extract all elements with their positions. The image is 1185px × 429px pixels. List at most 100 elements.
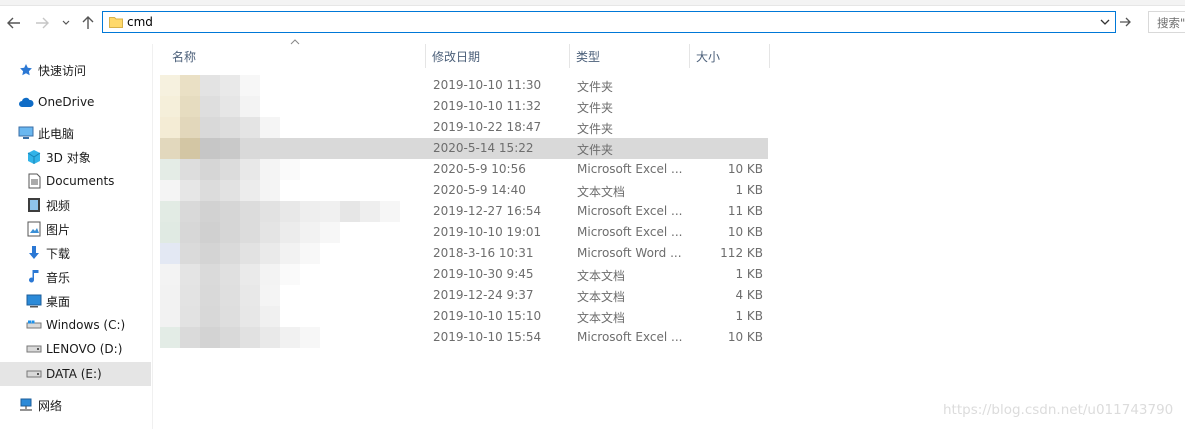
file-row-selected[interactable]: 2020-5-14 15:22 文件夹 [160,138,768,159]
file-row[interactable]: 2020-5-9 10:56 Microsoft Excel ... 10 KB [160,159,768,180]
sidebar-item-label: Windows (C:) [46,318,126,332]
file-row[interactable]: 2018-3-16 10:31 Microsoft Word ... 112 K… [160,243,768,264]
file-list: 2019-10-10 11:30 文件夹 2019-10-10 11:32 文件… [160,75,768,348]
date-modified: 2019-10-10 15:54 [433,330,542,344]
sidebar-item-label: DATA (E:) [46,367,102,381]
sidebar-item-label: 图片 [46,222,71,237]
folder-icon [109,17,123,28]
address-history-chevron-icon[interactable] [1098,15,1112,29]
documents-icon [26,173,42,189]
file-row[interactable]: 2019-12-24 9:37 文本文档 4 KB [160,285,768,306]
blurred-file-name [160,264,300,285]
sidebar-item-label: OneDrive [38,95,95,109]
network-icon [18,397,34,413]
sidebar-item-label: LENOVO (D:) [46,342,123,356]
sidebar-item-music[interactable]: 音乐 [26,265,70,289]
address-bar[interactable] [102,11,1116,33]
sidebar-item-this-pc[interactable]: 此电脑 [18,121,74,145]
file-size: 10 KB [727,225,763,239]
pictures-icon [26,221,42,237]
date-modified: 2018-3-16 10:31 [433,246,534,260]
downloads-arrow-icon [26,245,42,261]
file-size: 11 KB [727,204,763,218]
blurred-file-name [160,75,260,96]
file-row[interactable]: 2019-10-10 11:32 文件夹 [160,96,768,117]
sidebar-item-onedrive[interactable]: OneDrive [18,90,94,114]
file-type: 文件夹 [577,143,614,157]
file-size: 10 KB [727,330,763,344]
file-row[interactable]: 2019-12-27 16:54 Microsoft Excel ... 11 … [160,201,768,222]
sidebar-item-quick-access[interactable]: 快速访问 [18,58,86,82]
file-row[interactable]: 2019-10-10 15:10 文本文档 1 KB [160,306,768,327]
recent-locations-chevron-icon[interactable] [60,14,72,32]
blurred-file-name [160,243,320,264]
blurred-file-name [160,327,320,348]
sidebar-item-documents[interactable]: Documents [26,169,114,193]
file-type: 文本文档 [577,185,626,199]
file-row[interactable]: 2020-5-9 14:40 文本文档 1 KB [160,180,768,201]
videos-icon [26,197,42,213]
onedrive-cloud-icon [18,94,34,110]
sidebar-item-label: 桌面 [46,294,71,309]
forward-arrow-icon[interactable] [34,14,50,32]
file-type: 文本文档 [577,290,626,304]
sidebar-item-drive-c[interactable]: Windows (C:) [26,313,125,337]
back-arrow-icon[interactable] [6,14,22,32]
blurred-file-name [160,180,280,201]
file-row[interactable]: 2019-10-22 18:47 文件夹 [160,117,768,138]
address-input[interactable] [127,14,1087,30]
go-arrow-icon[interactable] [1118,12,1134,32]
blurred-file-name [160,117,280,138]
sidebar-item-videos[interactable]: 视频 [26,193,70,217]
file-type: Microsoft Excel ... [577,225,683,239]
blurred-file-name [160,306,280,327]
up-arrow-icon[interactable] [80,14,96,32]
sidebar-item-pictures[interactable]: 图片 [26,217,70,241]
date-modified: 2019-10-30 9:45 [433,267,534,281]
file-row[interactable]: 2019-10-10 11:30 文件夹 [160,75,768,96]
sidebar-item-drive-e[interactable]: DATA (E:) [0,362,151,386]
navigation-pane: 快速访问 OneDrive 此电脑 3D 对象 Documents 视频 图片 … [0,44,153,429]
file-size: 4 KB [735,288,763,302]
quick-access-star-icon [18,62,34,78]
file-type: Microsoft Excel ... [577,204,683,218]
sidebar-item-network[interactable]: 网络 [18,393,62,417]
date-modified: 2019-10-10 11:32 [433,99,542,113]
file-size: 112 KB [720,246,763,260]
column-header-size[interactable]: 大小 [690,44,770,68]
sidebar-item-downloads[interactable]: 下载 [26,241,70,265]
column-header-name[interactable]: 名称 [166,44,426,68]
sidebar-item-label: 音乐 [46,270,71,285]
column-header-date-modified[interactable]: 修改日期 [426,44,570,68]
desktop-icon [26,293,42,309]
file-size: 1 KB [735,183,763,197]
sidebar-item-3d-objects[interactable]: 3D 对象 [26,145,91,169]
date-modified: 2019-12-24 9:37 [433,288,534,302]
file-type: 文件夹 [577,122,614,136]
sidebar-item-label: 快速访问 [38,63,87,78]
file-size: 10 KB [727,162,763,176]
file-row[interactable]: 2019-10-10 19:01 Microsoft Excel ... 10 … [160,222,768,243]
column-header-label: 大小 [696,49,721,64]
file-row[interactable]: 2019-10-10 15:54 Microsoft Excel ... 10 … [160,327,768,348]
file-type: 文件夹 [577,101,614,115]
sidebar-item-desktop[interactable]: 桌面 [26,289,70,313]
column-header-label: 类型 [576,49,601,64]
file-type: Microsoft Excel ... [577,162,683,176]
search-box[interactable]: 搜索" [1148,11,1185,33]
sidebar-item-label: 3D 对象 [46,150,91,165]
blurred-file-name [160,222,340,243]
date-modified: 2020-5-14 15:22 [433,141,534,155]
date-modified: 2019-10-22 18:47 [433,120,542,134]
watermark-text: https://blog.csdn.net/u011743790 [943,402,1174,418]
file-size: 1 KB [735,267,763,281]
sidebar-item-drive-d[interactable]: LENOVO (D:) [26,337,122,361]
file-type: Microsoft Excel ... [577,330,683,344]
date-modified: 2020-5-9 14:40 [433,183,526,197]
file-type: 文件夹 [577,80,614,94]
drive-icon [26,317,42,333]
file-row[interactable]: 2019-10-30 9:45 文本文档 1 KB [160,264,768,285]
column-header-type[interactable]: 类型 [570,44,690,68]
date-modified: 2019-10-10 11:30 [433,78,542,92]
address-toolbar: 搜索" [0,0,1185,44]
